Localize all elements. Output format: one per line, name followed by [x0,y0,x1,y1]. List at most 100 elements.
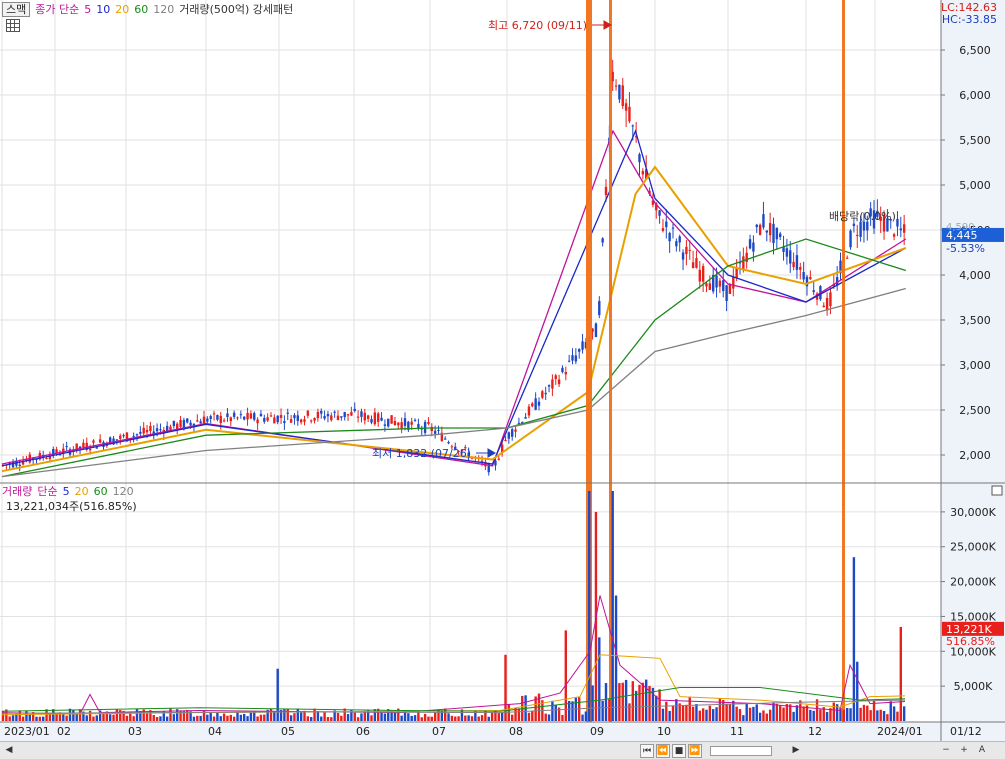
ma20-label[interactable]: 20 [115,3,129,16]
font-size-icon[interactable]: A [976,744,988,756]
volume-bar [457,716,460,721]
ma-line-20 [1,165,907,473]
candle-body [866,221,869,231]
candle-body [400,422,403,429]
chart-annotations: 최고 6,720 (09/11) 최저 1,832 (07/26) 배당락(0.… [372,19,896,460]
candle-body [243,416,246,420]
candle-body [658,210,661,216]
volume-bar [18,710,21,721]
zoom-out-icon[interactable]: − [940,744,952,756]
volume-bar [668,710,671,721]
candle-body [571,355,574,361]
volume-bar [886,714,889,721]
table-icon[interactable] [6,19,20,32]
zoom-in-icon[interactable]: + [958,744,970,756]
candle-body [310,420,313,422]
ma5-label[interactable]: 5 [84,3,91,16]
vol-ma5-label[interactable]: 5 [63,485,70,498]
candle-body [701,266,705,282]
candle-body [253,413,256,420]
forward-icon[interactable]: ⏩ [688,744,702,758]
x-tick-label: 2024/01 [877,725,923,738]
candle-body [524,417,527,419]
volume-bar [581,714,584,721]
rewind-icon[interactable]: ⏪ [656,744,670,758]
ma10-label[interactable]: 10 [96,3,110,16]
candle-body [413,419,417,421]
candle-body [149,425,152,431]
candle-body [527,406,531,416]
volume-bar [621,682,624,721]
volume-bar [889,701,892,721]
candle-body [216,415,219,420]
volume-bar [882,710,886,721]
scroll-slider[interactable] [710,746,772,756]
candle-body [142,427,145,434]
volume-bar [454,716,457,721]
candle-body [517,422,521,424]
candle-body [902,224,906,233]
x-tick-label: 10 [657,725,671,738]
market-button[interactable]: 스맥 [2,1,31,17]
price-tick-label: 4,000 [959,269,991,282]
candle-body [551,379,554,389]
ma120-label[interactable]: 120 [153,3,174,16]
volume-tick-label: 20,000K [950,576,996,589]
volume-bar [316,711,320,721]
candle-body [812,290,815,293]
candle-body [199,421,202,424]
ma60-label[interactable]: 60 [134,3,148,16]
candle-body [209,416,212,419]
vol-ma120-label[interactable]: 120 [113,485,134,498]
volume-bar [209,712,212,721]
volume-bar [427,716,430,721]
volume-bar [789,704,792,721]
scroll-left-icon[interactable]: ◀ [3,744,15,756]
candle-body [340,416,343,418]
volume-bar [145,713,149,721]
vol-ma60-label[interactable]: 60 [94,485,108,498]
candle-body [849,230,852,248]
volume-bar [286,708,289,721]
candle-body [82,442,85,448]
candle-body [299,419,303,423]
volume-bar [293,713,296,721]
candle-body [715,275,718,288]
candle-body [403,418,407,426]
candle-body [772,223,775,244]
volume-bar [819,709,822,721]
volume-header: 거래량 단순 5 20 60 120 [2,484,139,499]
scroll-bar[interactable]: ◀ ⏮ ⏪ ■ ⏩ ▶ − + A [0,741,1005,759]
volume-bar [447,713,450,721]
volume-tick-label: 25,000K [950,541,996,554]
volume-bar [186,709,189,721]
scroll-right-icon[interactable]: ▶ [790,744,802,756]
chart-grid [0,0,941,722]
volume-bar [256,716,259,721]
candle-body [222,420,226,422]
candle-body [641,171,645,175]
candle-body [678,236,681,243]
candle-body [132,435,135,437]
stop-icon[interactable]: ■ [672,744,686,758]
first-icon[interactable]: ⏮ [640,744,654,758]
candle-body [313,418,316,421]
volume-bar [430,716,433,721]
candle-body [316,411,320,419]
volume-bar [561,714,564,721]
candle-body [336,415,340,420]
volume-bar [755,704,758,721]
volume-bar [296,708,299,721]
stock-chart[interactable]: 2,0002,5003,0003,5004,0004,5005,0005,500… [0,0,1005,742]
volume-bar [812,710,815,721]
volume-bar [490,711,494,721]
volume-bar [846,707,849,721]
candle-body [226,413,229,418]
volume-bar [701,708,705,721]
volume-bar [299,712,303,721]
candle-body [229,417,232,422]
volume-pattern-label[interactable]: 거래량(500억) 강세패턴 [179,1,293,17]
candle-body [437,429,440,431]
vol-ma20-label[interactable]: 20 [75,485,89,498]
collapse-icon[interactable] [991,485,1003,496]
